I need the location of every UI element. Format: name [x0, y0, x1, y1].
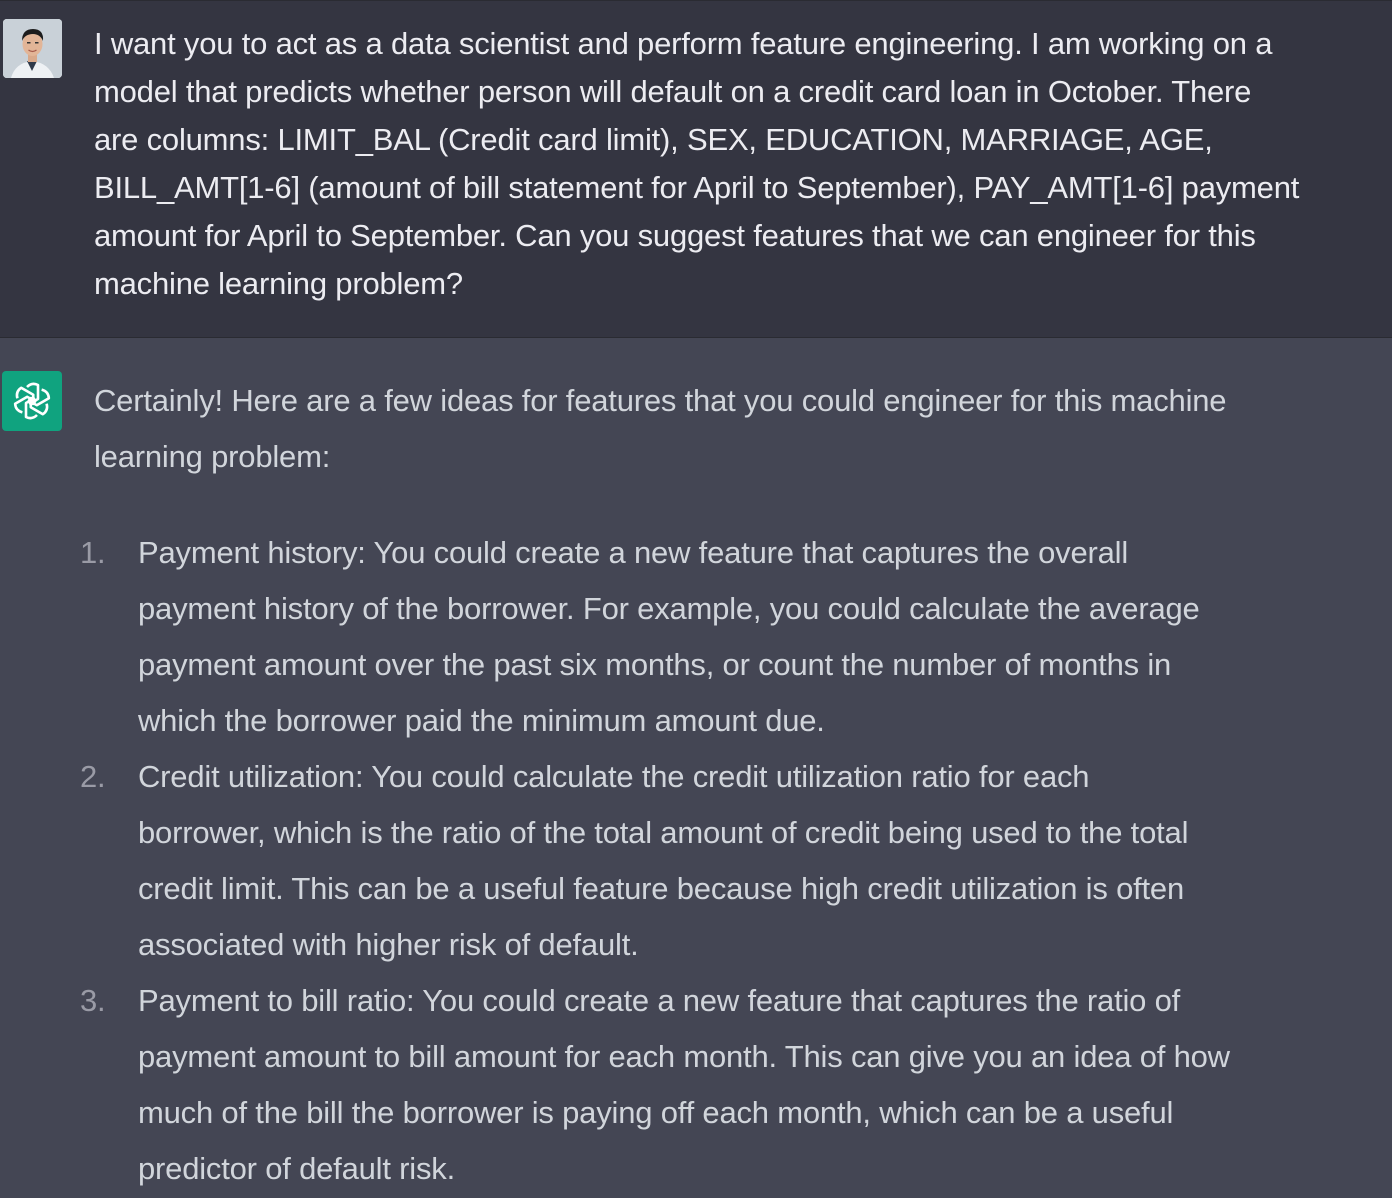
list-item-text: Payment to bill ratio: You could create … [138, 973, 1392, 1197]
user-message-line: model that predicts whether person will … [94, 74, 1252, 109]
user-message-text: I want you to act as a data scientist an… [94, 20, 1392, 308]
feature-list: 1. Payment history: You could create a n… [0, 525, 1392, 1197]
list-item-line: associated with higher risk of default. [138, 927, 639, 962]
user-message-line: I want you to act as a data scientist an… [94, 26, 1273, 61]
list-item-line: credit limit. This can be a useful featu… [138, 871, 1185, 906]
list-item-line: borrower, which is the ratio of the tota… [138, 815, 1189, 850]
list-item-text: Payment history: You could create a new … [138, 525, 1392, 749]
user-photo-icon [3, 19, 62, 78]
assistant-intro-line: learning problem: [94, 439, 331, 474]
list-item-line: which the borrower paid the minimum amou… [138, 703, 825, 738]
list-item-line: Payment to bill ratio: You could create … [138, 983, 1181, 1018]
assistant-intro: Certainly! Here are a few ideas for feat… [94, 373, 1384, 485]
list-item-line: predictor of default risk. [138, 1151, 456, 1186]
user-message: I want you to act as a data scientist an… [0, 0, 1392, 338]
user-message-line: BILL_AMT[1-6] (amount of bill statement … [94, 170, 1300, 205]
assistant-intro-line: Certainly! Here are a few ideas for feat… [94, 383, 1227, 418]
list-item-number: 2. [80, 759, 106, 794]
list-item-line: Payment history: You could create a new … [138, 535, 1129, 570]
openai-logo-icon [13, 382, 51, 420]
list-item-text: Credit utilization: You could calculate … [138, 749, 1392, 973]
list-item: 3. Payment to bill ratio: You could crea… [0, 973, 1392, 1197]
list-item-line: payment amount over the past six months,… [138, 647, 1172, 682]
list-item: 2. Credit utilization: You could calcula… [0, 749, 1392, 973]
list-item-line: payment amount to bill amount for each m… [138, 1039, 1230, 1074]
user-message-line: are columns: LIMIT_BAL (Credit card limi… [94, 122, 1213, 157]
list-item-number: 3. [80, 983, 106, 1018]
list-item-number: 1. [80, 535, 106, 570]
user-message-line: machine learning problem? [94, 266, 463, 301]
list-item-line: payment history of the borrower. For exa… [138, 591, 1200, 626]
list-item-line: Credit utilization: You could calculate … [138, 759, 1090, 794]
assistant-avatar [2, 371, 62, 431]
user-avatar [3, 19, 62, 78]
list-item: 1. Payment history: You could create a n… [0, 525, 1392, 749]
list-item-line: much of the bill the borrower is paying … [138, 1095, 1174, 1130]
user-message-line: amount for April to September. Can you s… [94, 218, 1256, 253]
assistant-message: Certainly! Here are a few ideas for feat… [0, 338, 1392, 1198]
